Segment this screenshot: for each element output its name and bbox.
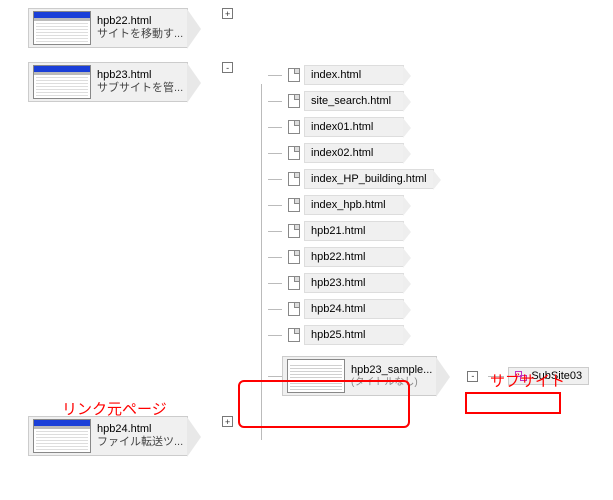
child-filename: hpb24.html (311, 303, 365, 315)
page-thumbnail (287, 359, 345, 393)
document-icon (288, 172, 300, 186)
child-filename: index01.html (311, 121, 373, 133)
child-filename: hpb23.html (311, 277, 365, 289)
document-icon (288, 276, 300, 290)
child-page-item[interactable]: hpb22.html (268, 244, 605, 270)
page-thumbnail (33, 65, 91, 99)
page-subtitle: (タイトルなし) (351, 377, 432, 389)
child-filename: index_hpb.html (311, 199, 386, 211)
page-subtitle: ファイル転送ツ... (97, 436, 183, 449)
child-filename: hpb22.html (311, 251, 365, 263)
child-page-item[interactable]: hpb23.html (268, 270, 605, 296)
page-node[interactable]: hpb23.html サブサイトを管... (28, 62, 188, 102)
child-filename: hpb21.html (311, 225, 365, 237)
page-filename: hpb24.html (97, 423, 183, 436)
expand-toggle[interactable]: + (222, 8, 233, 19)
page-thumbnail (33, 11, 91, 45)
page-node[interactable]: hpb22.html サイトを移動す... (28, 8, 188, 48)
document-icon (288, 250, 300, 264)
child-page-item[interactable]: index.html (268, 62, 605, 88)
page-filename: hpb23_sample... (351, 364, 432, 377)
expand-toggle[interactable]: + (222, 416, 233, 427)
page-thumbnail (33, 419, 91, 453)
child-page-item[interactable]: hpb25.html (268, 322, 605, 348)
collapse-toggle[interactable]: - (222, 62, 233, 73)
document-icon (288, 302, 300, 316)
document-icon (288, 224, 300, 238)
collapse-toggle[interactable]: - (467, 371, 478, 382)
document-icon (288, 94, 300, 108)
page-node[interactable]: hpb24.html ファイル転送ツ... (28, 416, 188, 456)
page-filename: hpb22.html (97, 15, 183, 28)
child-filename: index02.html (311, 147, 373, 159)
document-icon (288, 146, 300, 160)
child-filename: index.html (311, 69, 361, 81)
page-subtitle: サブサイトを管... (97, 82, 183, 95)
child-page-item[interactable]: site_search.html (268, 88, 605, 114)
annotation-subsite: サブサイト (490, 370, 565, 391)
child-page-item[interactable]: hpb21.html (268, 218, 605, 244)
child-page-item[interactable]: index_hpb.html (268, 192, 605, 218)
child-filename: index_HP_building.html (311, 173, 427, 185)
document-icon (288, 328, 300, 342)
document-icon (288, 68, 300, 82)
document-icon (288, 120, 300, 134)
document-icon (288, 198, 300, 212)
child-filename: hpb25.html (311, 329, 365, 341)
page-subtitle: サイトを移動す... (97, 28, 183, 41)
child-page-item[interactable]: index01.html (268, 114, 605, 140)
child-page-item[interactable]: index02.html (268, 140, 605, 166)
tree-connector-line (261, 84, 262, 440)
sample-page-node[interactable]: hpb23_sample... (タイトルなし) (282, 356, 437, 396)
child-page-item[interactable]: index_HP_building.html (268, 166, 605, 192)
page-filename: hpb23.html (97, 69, 183, 82)
annotation-source-page: リンク元ページ (62, 398, 167, 419)
child-page-item[interactable]: hpb24.html (268, 296, 605, 322)
child-filename: site_search.html (311, 95, 391, 107)
